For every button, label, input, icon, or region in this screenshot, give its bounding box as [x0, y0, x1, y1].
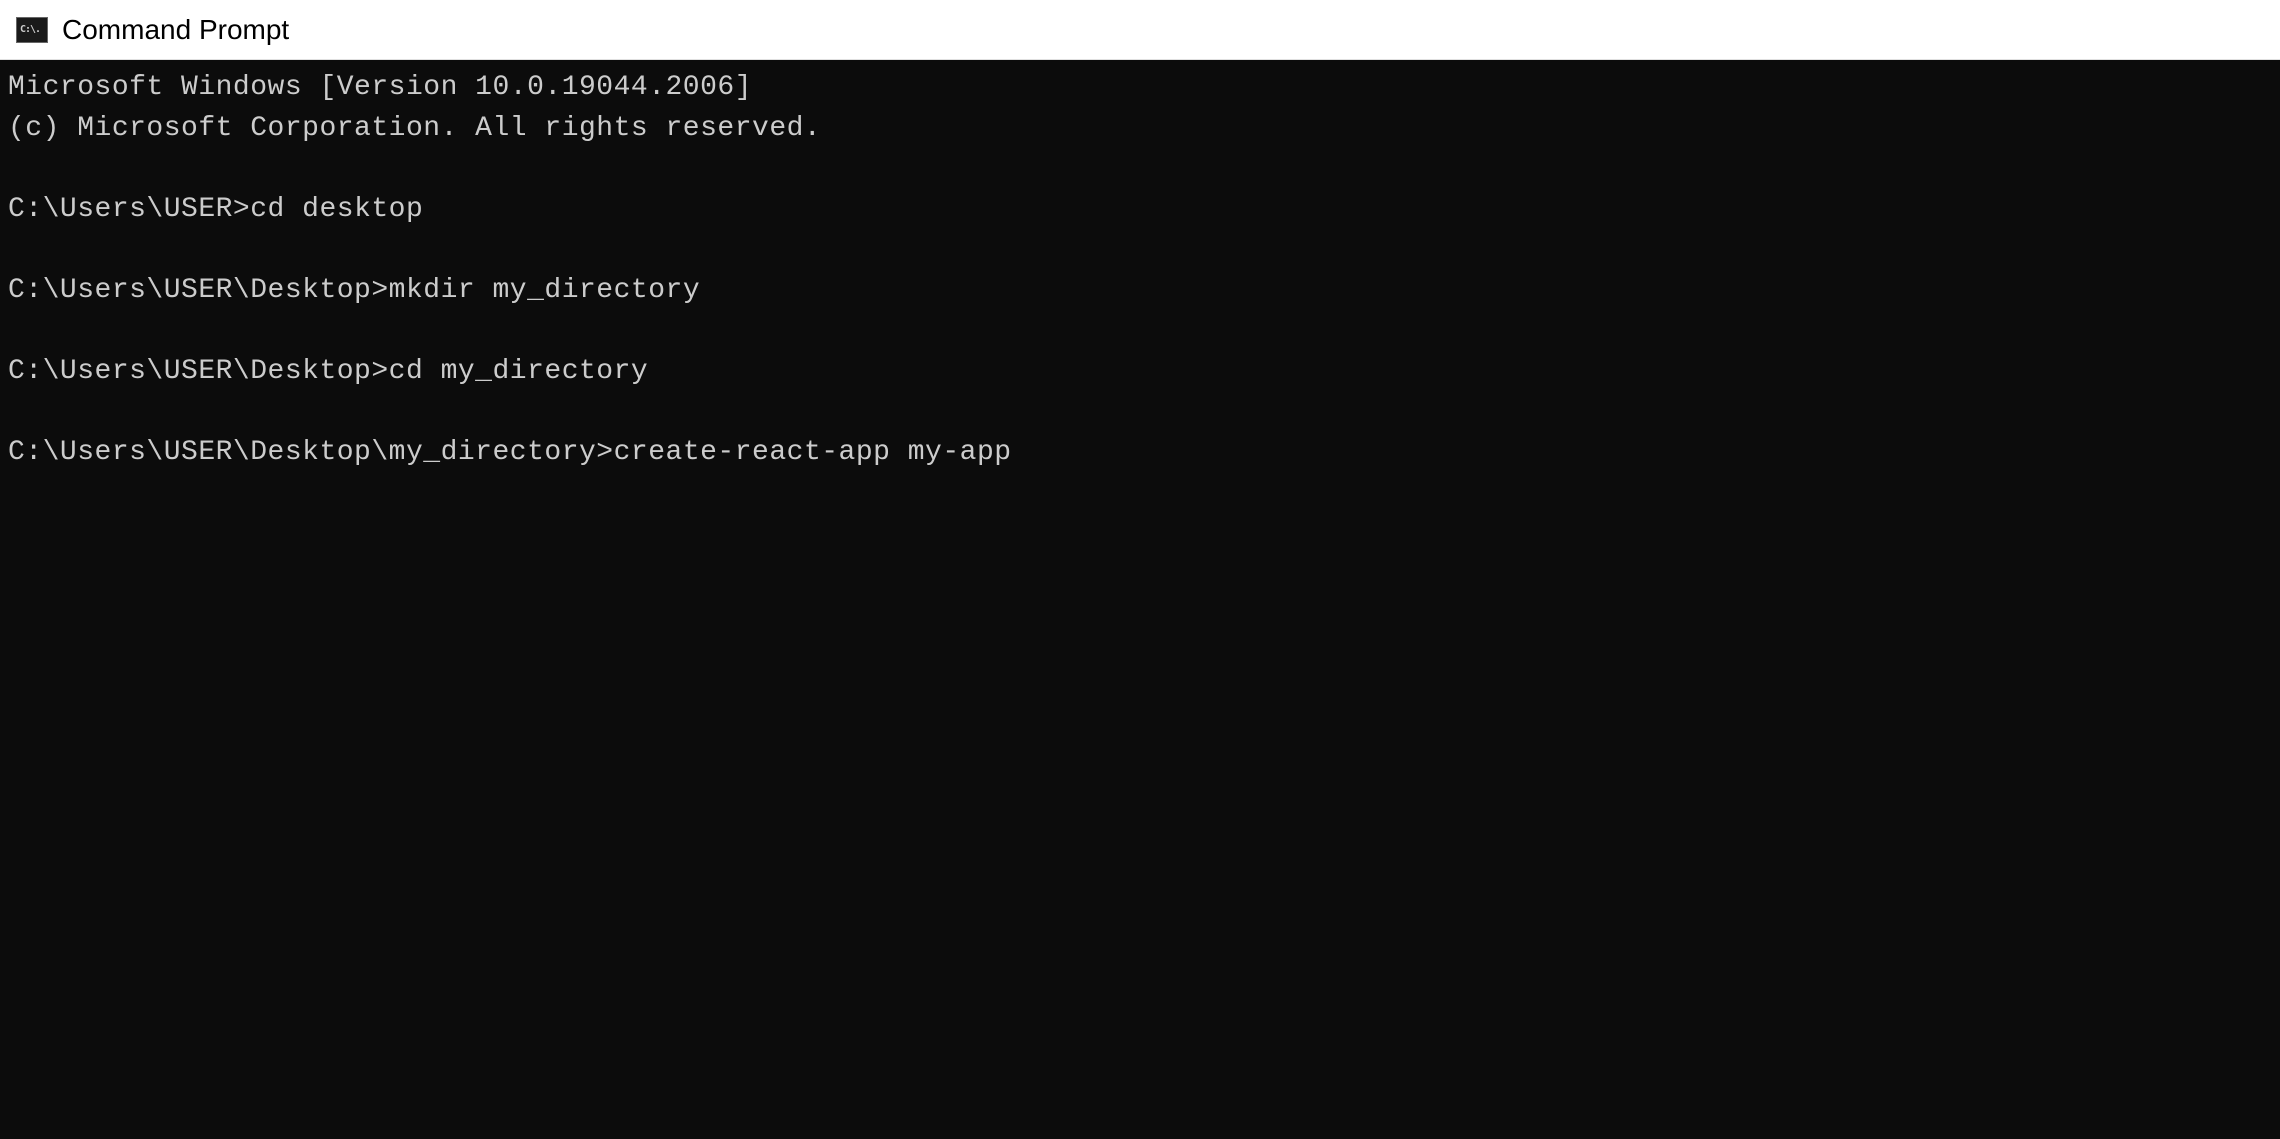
terminal-command-line: C:\Users\USER\Desktop\my_directory>creat…: [8, 433, 2272, 474]
prompt-text: C:\Users\USER\Desktop>: [8, 275, 389, 306]
terminal-command-line: C:\Users\USER\Desktop>mkdir my_directory: [8, 271, 2272, 312]
command-text: create-react-app my-app: [614, 437, 1012, 468]
terminal-command-line: C:\Users\USER\Desktop>cd my_directory: [8, 352, 2272, 393]
window-title: Command Prompt: [62, 14, 289, 46]
title-bar: C:\. Command Prompt: [0, 0, 2280, 60]
blank-line: [8, 149, 2272, 190]
terminal-command-line: C:\Users\USER>cd desktop: [8, 190, 2272, 231]
cmd-icon: C:\.: [16, 17, 48, 43]
command-text: cd my_directory: [389, 356, 649, 387]
prompt-text: C:\Users\USER\Desktop>: [8, 356, 389, 387]
blank-line: [8, 230, 2272, 271]
terminal-header-line: (c) Microsoft Corporation. All rights re…: [8, 109, 2272, 150]
cmd-icon-text: C:\.: [20, 24, 40, 35]
prompt-text: C:\Users\USER\Desktop\my_directory>: [8, 437, 614, 468]
terminal-output[interactable]: Microsoft Windows [Version 10.0.19044.20…: [0, 60, 2280, 1139]
command-text: cd desktop: [250, 194, 423, 225]
command-text: mkdir my_directory: [389, 275, 700, 306]
blank-line: [8, 312, 2272, 353]
terminal-header-line: Microsoft Windows [Version 10.0.19044.20…: [8, 68, 2272, 109]
prompt-text: C:\Users\USER>: [8, 194, 250, 225]
blank-line: [8, 393, 2272, 434]
